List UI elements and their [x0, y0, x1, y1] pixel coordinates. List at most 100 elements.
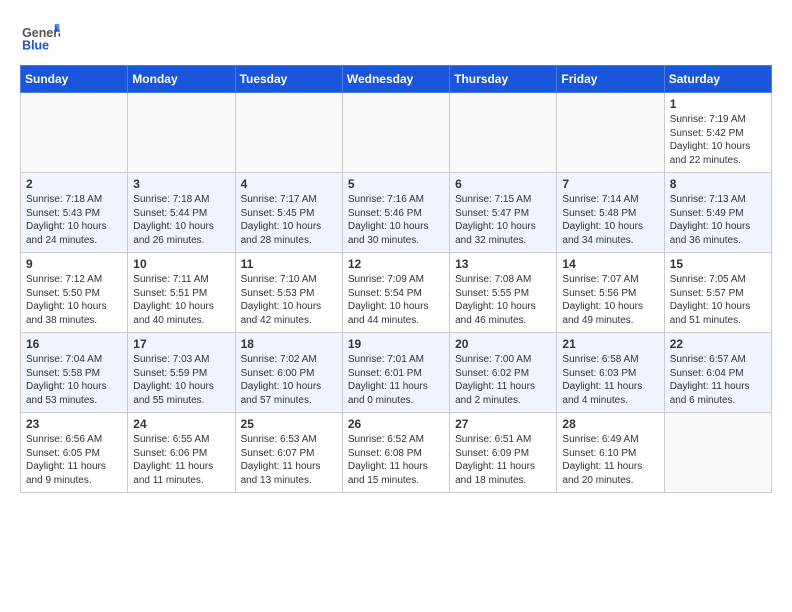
- day-number: 6: [455, 177, 551, 191]
- weekday-header-sunday: Sunday: [21, 66, 128, 93]
- day-info: Sunrise: 6:58 AM Sunset: 6:03 PM Dayligh…: [562, 353, 658, 407]
- day-number: 22: [670, 337, 766, 351]
- calendar-week-row: 16 Sunrise: 7:04 AM Sunset: 5:58 PM Dayli…: [21, 333, 772, 413]
- day-number: 21: [562, 337, 658, 351]
- day-number: 4: [241, 177, 337, 191]
- calendar-week-row: 1 Sunrise: 7:19 AM Sunset: 5:42 PM Daylig…: [21, 93, 772, 173]
- day-number: 2: [26, 177, 122, 191]
- calendar-cell: 27 Sunrise: 6:51 AM Sunset: 6:09 PM Dayli…: [450, 413, 557, 493]
- day-number: 16: [26, 337, 122, 351]
- day-info: Sunrise: 6:53 AM Sunset: 6:07 PM Dayligh…: [241, 433, 337, 487]
- logo: General Blue: [20, 20, 62, 55]
- day-number: 17: [133, 337, 229, 351]
- day-number: 5: [348, 177, 444, 191]
- calendar-cell: 4Sunrise: 7:17 AM Sunset: 5:45 PM Daylig…: [235, 173, 342, 253]
- day-number: 25: [241, 417, 337, 431]
- calendar-cell: 14 Sunrise: 7:07 AM Sunset: 5:56 PM Dayli…: [557, 253, 664, 333]
- day-info: Sunrise: 7:12 AM Sunset: 5:50 PM Dayligh…: [26, 273, 122, 327]
- day-info: Sunrise: 7:14 AM Sunset: 5:48 PM Dayligh…: [562, 193, 658, 247]
- calendar-cell: 1 Sunrise: 7:19 AM Sunset: 5:42 PM Daylig…: [664, 93, 771, 173]
- weekday-header-thursday: Thursday: [450, 66, 557, 93]
- calendar-cell: [235, 93, 342, 173]
- day-number: 9: [26, 257, 122, 271]
- calendar-cell: [21, 93, 128, 173]
- day-number: 7: [562, 177, 658, 191]
- day-number: 11: [241, 257, 337, 271]
- calendar-cell: [128, 93, 235, 173]
- weekday-header-saturday: Saturday: [664, 66, 771, 93]
- day-number: 14: [562, 257, 658, 271]
- day-number: 27: [455, 417, 551, 431]
- day-number: 13: [455, 257, 551, 271]
- calendar-cell: 7 Sunrise: 7:14 AM Sunset: 5:48 PM Daylig…: [557, 173, 664, 253]
- day-number: 26: [348, 417, 444, 431]
- calendar-cell: 9 Sunrise: 7:12 AM Sunset: 5:50 PM Daylig…: [21, 253, 128, 333]
- day-info: Sunrise: 7:07 AM Sunset: 5:56 PM Dayligh…: [562, 273, 658, 327]
- calendar-cell: [450, 93, 557, 173]
- calendar-cell: 23 Sunrise: 6:56 AM Sunset: 6:05 PM Dayli…: [21, 413, 128, 493]
- day-info: Sunrise: 6:57 AM Sunset: 6:04 PM Dayligh…: [670, 353, 766, 407]
- calendar-header-row: SundayMondayTuesdayWednesdayThursdayFrid…: [21, 66, 772, 93]
- calendar-week-row: 23 Sunrise: 6:56 AM Sunset: 6:05 PM Dayli…: [21, 413, 772, 493]
- day-number: 19: [348, 337, 444, 351]
- day-number: 23: [26, 417, 122, 431]
- calendar-cell: 22 Sunrise: 6:57 AM Sunset: 6:04 PM Dayli…: [664, 333, 771, 413]
- day-info: Sunrise: 7:05 AM Sunset: 5:57 PM Dayligh…: [670, 273, 766, 327]
- day-info: Sunrise: 6:49 AM Sunset: 6:10 PM Dayligh…: [562, 433, 658, 487]
- day-info: Sunrise: 7:09 AM Sunset: 5:54 PM Dayligh…: [348, 273, 444, 327]
- day-info: Sunrise: 7:04 AM Sunset: 5:58 PM Dayligh…: [26, 353, 122, 407]
- calendar-cell: 2 Sunrise: 7:18 AM Sunset: 5:43 PM Daylig…: [21, 173, 128, 253]
- calendar-cell: 11 Sunrise: 7:10 AM Sunset: 5:53 PM Dayli…: [235, 253, 342, 333]
- calendar-cell: 3Sunrise: 7:18 AM Sunset: 5:44 PM Daylig…: [128, 173, 235, 253]
- day-info: Sunrise: 7:03 AM Sunset: 5:59 PM Dayligh…: [133, 353, 229, 407]
- day-number: 18: [241, 337, 337, 351]
- calendar-cell: 26 Sunrise: 6:52 AM Sunset: 6:08 PM Dayli…: [342, 413, 449, 493]
- day-number: 8: [670, 177, 766, 191]
- day-info: Sunrise: 7:08 AM Sunset: 5:55 PM Dayligh…: [455, 273, 551, 327]
- day-info: Sunrise: 7:15 AM Sunset: 5:47 PM Dayligh…: [455, 193, 551, 247]
- calendar-cell: 17 Sunrise: 7:03 AM Sunset: 5:59 PM Dayli…: [128, 333, 235, 413]
- day-info: Sunrise: 7:16 AM Sunset: 5:46 PM Dayligh…: [348, 193, 444, 247]
- calendar-cell: 25 Sunrise: 6:53 AM Sunset: 6:07 PM Dayli…: [235, 413, 342, 493]
- calendar-week-row: 2 Sunrise: 7:18 AM Sunset: 5:43 PM Daylig…: [21, 173, 772, 253]
- day-number: 3: [133, 177, 229, 191]
- weekday-header-friday: Friday: [557, 66, 664, 93]
- calendar-cell: 16 Sunrise: 7:04 AM Sunset: 5:58 PM Dayli…: [21, 333, 128, 413]
- day-number: 12: [348, 257, 444, 271]
- calendar-cell: [664, 413, 771, 493]
- weekday-header-wednesday: Wednesday: [342, 66, 449, 93]
- day-number: 24: [133, 417, 229, 431]
- day-number: 1: [670, 97, 766, 111]
- calendar-table: SundayMondayTuesdayWednesdayThursdayFrid…: [20, 65, 772, 493]
- calendar-cell: 20 Sunrise: 7:00 AM Sunset: 6:02 PM Dayli…: [450, 333, 557, 413]
- weekday-header-tuesday: Tuesday: [235, 66, 342, 93]
- calendar-cell: 15 Sunrise: 7:05 AM Sunset: 5:57 PM Dayli…: [664, 253, 771, 333]
- day-info: Sunrise: 7:19 AM Sunset: 5:42 PM Dayligh…: [670, 113, 766, 167]
- day-info: Sunrise: 7:11 AM Sunset: 5:51 PM Dayligh…: [133, 273, 229, 327]
- calendar-cell: 10 Sunrise: 7:11 AM Sunset: 5:51 PM Dayli…: [128, 253, 235, 333]
- calendar-cell: 5 Sunrise: 7:16 AM Sunset: 5:46 PM Daylig…: [342, 173, 449, 253]
- day-number: 10: [133, 257, 229, 271]
- day-info: Sunrise: 7:00 AM Sunset: 6:02 PM Dayligh…: [455, 353, 551, 407]
- calendar-cell: 21 Sunrise: 6:58 AM Sunset: 6:03 PM Dayli…: [557, 333, 664, 413]
- calendar-cell: 28 Sunrise: 6:49 AM Sunset: 6:10 PM Dayli…: [557, 413, 664, 493]
- calendar-cell: 12 Sunrise: 7:09 AM Sunset: 5:54 PM Dayli…: [342, 253, 449, 333]
- day-number: 15: [670, 257, 766, 271]
- svg-text:Blue: Blue: [22, 39, 49, 53]
- day-info: Sunrise: 6:55 AM Sunset: 6:06 PM Dayligh…: [133, 433, 229, 487]
- day-number: 28: [562, 417, 658, 431]
- day-info: Sunrise: 7:18 AM Sunset: 5:43 PM Dayligh…: [26, 193, 122, 247]
- day-info: Sunrise: 7:13 AM Sunset: 5:49 PM Dayligh…: [670, 193, 766, 247]
- calendar-cell: 13 Sunrise: 7:08 AM Sunset: 5:55 PM Dayli…: [450, 253, 557, 333]
- day-info: Sunrise: 6:52 AM Sunset: 6:08 PM Dayligh…: [348, 433, 444, 487]
- day-info: Sunrise: 6:56 AM Sunset: 6:05 PM Dayligh…: [26, 433, 122, 487]
- calendar-cell: 6 Sunrise: 7:15 AM Sunset: 5:47 PM Daylig…: [450, 173, 557, 253]
- day-number: 20: [455, 337, 551, 351]
- weekday-header-monday: Monday: [128, 66, 235, 93]
- calendar-cell: [342, 93, 449, 173]
- day-info: Sunrise: 6:51 AM Sunset: 6:09 PM Dayligh…: [455, 433, 551, 487]
- calendar-cell: 8 Sunrise: 7:13 AM Sunset: 5:49 PM Daylig…: [664, 173, 771, 253]
- calendar-week-row: 9 Sunrise: 7:12 AM Sunset: 5:50 PM Daylig…: [21, 253, 772, 333]
- calendar-cell: 18Sunrise: 7:02 AM Sunset: 6:00 PM Dayli…: [235, 333, 342, 413]
- day-info: Sunrise: 7:10 AM Sunset: 5:53 PM Dayligh…: [241, 273, 337, 327]
